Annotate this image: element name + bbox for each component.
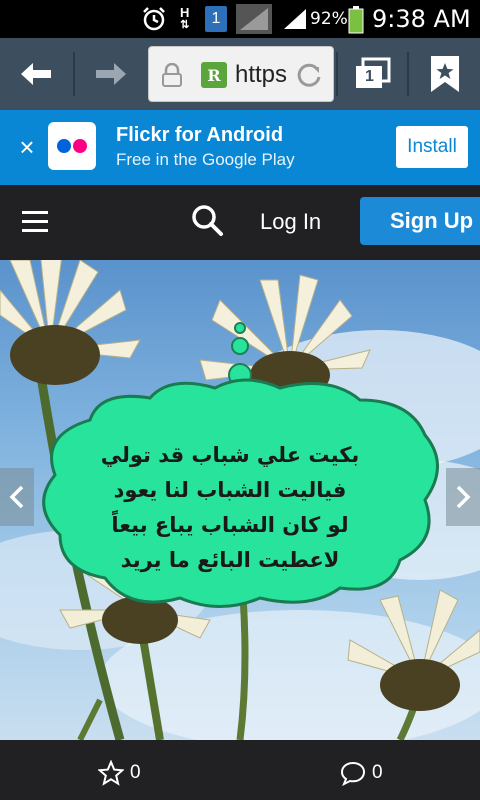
alarm-icon	[140, 0, 168, 38]
battery-icon	[348, 0, 364, 38]
forward-arrow-icon	[96, 63, 126, 85]
bookmark-button[interactable]	[410, 38, 480, 110]
favorites-count: 0	[130, 762, 141, 783]
status-bar: H ⇅ 1 92% 9:38 AM	[0, 0, 480, 38]
clock: 9:38 AM	[372, 5, 471, 33]
photo-viewer[interactable]: بكيت علي شباب قد تولي فياليت الشباب لنا …	[0, 260, 480, 740]
banner-title: Flickr for Android	[116, 124, 284, 146]
site-header: Log In Sign Up	[0, 185, 480, 260]
forward-button[interactable]	[76, 38, 146, 110]
battery-percent: 92%	[310, 9, 348, 29]
comments-count: 0	[372, 762, 383, 783]
back-button[interactable]	[0, 38, 72, 110]
star-icon	[98, 760, 124, 786]
quote-line: بكيت علي شباب قد تولي	[100, 443, 360, 467]
address-bar[interactable]: R https	[148, 46, 334, 102]
sim-badge: 1	[205, 0, 227, 38]
signal-icon-sim1	[236, 0, 272, 38]
flickr-logo	[48, 122, 96, 170]
quote-text: بكيت علي شباب قد تولي فياليت الشباب لنا …	[80, 438, 380, 578]
refresh-icon[interactable]	[295, 61, 323, 89]
browser-toolbar: R https 1	[0, 38, 480, 110]
tabs-button[interactable]: 1	[340, 38, 406, 110]
quote-line: لو كان الشباب يباع بيعاً	[111, 513, 349, 537]
site-favicon: R	[201, 62, 227, 88]
toolbar-divider	[336, 52, 338, 96]
photo-actions-bar: 0 0	[0, 740, 480, 800]
chevron-right-icon	[456, 485, 471, 509]
close-banner-icon[interactable]: ×	[14, 134, 40, 160]
url-text: https	[235, 61, 288, 88]
next-photo-button[interactable]	[446, 468, 480, 526]
signup-button[interactable]: Sign Up	[360, 197, 480, 245]
app-install-banner: × Flickr for Android Free in the Google …	[0, 110, 480, 185]
quote-line: لاعطيت البائع ما يريد	[120, 548, 340, 572]
install-button[interactable]: Install	[396, 126, 468, 168]
lock-icon	[162, 63, 182, 87]
search-icon[interactable]	[190, 203, 224, 237]
comment-icon	[340, 761, 366, 786]
comment-button[interactable]: 0	[340, 760, 383, 786]
quote-line: فياليت الشباب لنا يعود	[113, 478, 347, 502]
network-type-indicator: H ⇅	[180, 5, 190, 31]
bookmark-star-icon	[431, 56, 459, 92]
signal-icon-sim2	[282, 0, 308, 38]
chevron-left-icon	[9, 485, 24, 509]
toolbar-divider	[407, 52, 409, 96]
tabs-count: 1	[365, 68, 374, 85]
banner-subtitle: Free in the Google Play	[116, 150, 295, 169]
previous-photo-button[interactable]	[0, 468, 34, 526]
menu-icon[interactable]	[22, 211, 48, 233]
back-arrow-icon	[21, 63, 51, 85]
favorite-button[interactable]: 0	[98, 760, 141, 786]
login-link[interactable]: Log In	[260, 209, 321, 235]
toolbar-divider	[73, 52, 75, 96]
